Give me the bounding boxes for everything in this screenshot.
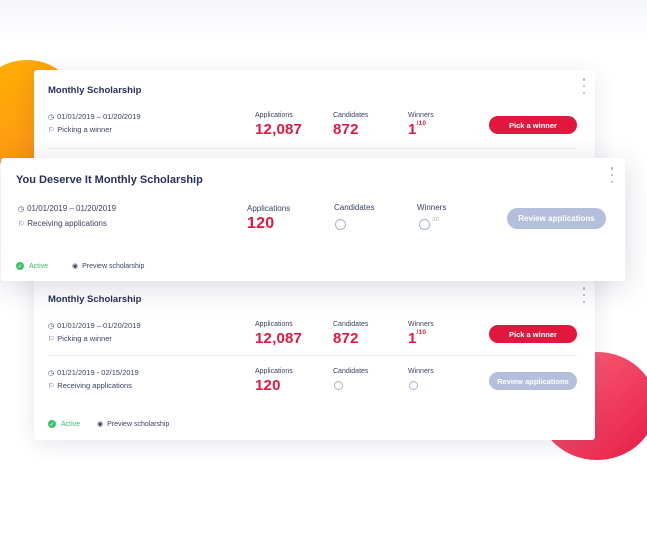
flag-icon: ⚐ — [48, 335, 55, 343]
winners-empty-indicator — [419, 219, 430, 230]
candidates-value: 872 — [333, 121, 359, 138]
scholarship-title: Monthly Scholarship — [48, 294, 142, 305]
kebab-menu-icon[interactable] — [582, 78, 586, 94]
kebab-menu-icon[interactable] — [610, 167, 614, 183]
status-text: ⚐ Picking a winner — [48, 125, 112, 134]
pick-winner-button[interactable]: Pick a winner — [489, 325, 577, 343]
status-text: ⚐ Receiving applications — [18, 219, 107, 228]
eye-icon: ◉ — [72, 263, 79, 270]
pick-winner-button[interactable]: Pick a winner — [489, 116, 577, 134]
candidates-label: Candidates — [333, 112, 369, 119]
candidates-label: Candidates — [334, 203, 375, 212]
scholarship-card-front: You Deserve It Monthly Scholarship ◷ 01/0… — [1, 158, 625, 281]
clock-icon: ◷ — [48, 113, 55, 121]
applications-value: 120 — [247, 215, 275, 232]
winners-label: Winners — [408, 321, 434, 328]
winners-label: Winners — [417, 203, 447, 212]
flag-icon: ⚐ — [48, 382, 55, 390]
status-text: ⚐ Picking a winner — [48, 334, 112, 343]
candidates-empty-indicator — [335, 219, 346, 230]
status-text: ⚐ Receiving applications — [48, 381, 132, 390]
clock-icon: ◷ — [18, 205, 25, 213]
active-status: ✓ Active — [48, 420, 81, 428]
flag-icon: ⚐ — [48, 126, 55, 134]
eye-icon: ◉ — [97, 421, 104, 428]
divider — [48, 355, 577, 356]
winners-total: /10 — [432, 217, 439, 223]
candidates-empty-indicator — [334, 381, 343, 390]
kebab-menu-icon[interactable] — [582, 287, 586, 303]
active-status: ✓ Active — [16, 262, 49, 270]
clock-icon: ◷ — [48, 369, 55, 377]
applications-label: Applications — [255, 112, 293, 119]
date-range: ◷ 01/01/2019 – 01/20/2019 — [18, 204, 117, 213]
winners-label: Winners — [408, 112, 434, 119]
applications-label: Applications — [247, 204, 291, 213]
candidates-value: 872 — [333, 330, 359, 347]
winners-empty-indicator — [409, 381, 418, 390]
check-circle-icon: ✓ — [48, 420, 56, 428]
date-range: ◷ 01/21/2019 - 02/15/2019 — [48, 368, 139, 377]
candidates-label: Candidates — [333, 368, 369, 375]
applications-value: 120 — [255, 377, 281, 394]
clock-icon: ◷ — [48, 322, 55, 330]
winners-value: 1/10 — [408, 120, 427, 138]
scholarship-title: You Deserve It Monthly Scholarship — [16, 174, 203, 186]
flag-icon: ⚐ — [18, 220, 25, 228]
preview-scholarship-link[interactable]: ◉ Preview scholarship — [72, 262, 144, 271]
applications-label: Applications — [255, 368, 293, 375]
winners-value: 1/10 — [408, 329, 427, 347]
date-range: ◷ 01/01/2019 – 01/20/2019 — [48, 112, 141, 121]
preview-scholarship-link[interactable]: ◉ Preview scholarship — [97, 420, 169, 429]
review-applications-button[interactable]: Review applications — [507, 208, 606, 229]
candidates-label: Candidates — [333, 321, 369, 328]
divider — [48, 148, 577, 149]
check-circle-icon: ✓ — [16, 262, 24, 270]
applications-value: 12,087 — [255, 330, 303, 347]
applications-label: Applications — [255, 321, 293, 328]
winners-label: Winners — [408, 368, 434, 375]
review-applications-button[interactable]: Review applications — [489, 372, 577, 390]
top-fade — [0, 0, 647, 40]
stage: Monthly Scholarship ◷ 01/01/2019 – 01/20/… — [0, 0, 647, 545]
date-range: ◷ 01/01/2019 – 01/20/2019 — [48, 321, 141, 330]
scholarship-title: Monthly Scholarship — [48, 85, 142, 96]
applications-value: 12,087 — [255, 121, 303, 138]
